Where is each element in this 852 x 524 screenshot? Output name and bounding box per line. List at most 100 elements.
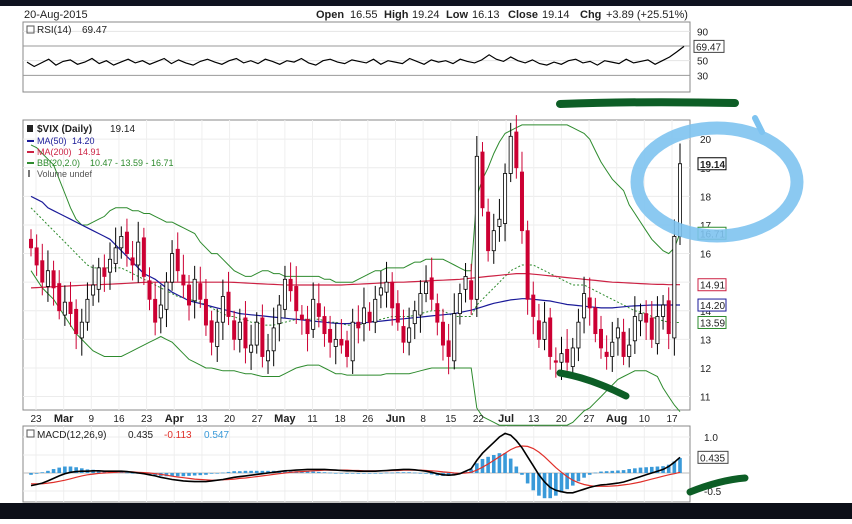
candle-up [96, 267, 101, 290]
candle-down [598, 328, 603, 349]
x-axis-tick-label: 20 [224, 414, 236, 425]
x-axis-tick-label: Jul [498, 413, 514, 425]
candle-up [542, 321, 547, 340]
candle-down [390, 281, 395, 309]
x-axis-tick-label: 8 [420, 414, 426, 425]
candle-down [147, 280, 152, 300]
candle-down [356, 321, 361, 329]
candle-up [463, 276, 468, 290]
candle-up [192, 278, 197, 302]
ma50-legend-label: MA(50) [37, 136, 67, 146]
candle-down [130, 257, 135, 266]
candle-up [661, 304, 666, 317]
candle-up [271, 327, 276, 352]
macd-histogram-bar [46, 470, 50, 473]
macd-histogram-bar [238, 471, 242, 473]
candle-down [666, 300, 671, 335]
header-low-label: Low [446, 9, 468, 21]
x-axis-tick-label: 26 [362, 414, 374, 425]
rsi-tick-label: 30 [697, 71, 709, 82]
candle-down [519, 171, 524, 232]
x-axis-tick-label: 27 [583, 414, 595, 425]
candle-up [170, 253, 175, 283]
x-axis-tick-label: 23 [141, 414, 153, 425]
candle-up [418, 293, 423, 316]
candle-up [373, 298, 378, 323]
macd-histogram-bar [175, 473, 180, 477]
candle-down [531, 294, 536, 317]
macd-histogram-bar [345, 473, 349, 474]
vix-legend-label: $VIX (Daily) [37, 124, 92, 135]
price-tag: 13.59 [700, 318, 725, 329]
candle-down [187, 284, 192, 306]
candle-down [429, 277, 434, 300]
window-top-bar [0, 0, 852, 6]
candle-down [288, 278, 293, 292]
candle-down [514, 131, 519, 169]
macd-hist-value: 0.547 [204, 430, 229, 441]
candle-down [175, 248, 180, 272]
candle-down [644, 313, 649, 323]
macd-histogram-bar [198, 473, 203, 476]
macd-histogram-bar [475, 463, 479, 473]
macd-histogram-bar [587, 473, 592, 475]
macd-histogram-bar [322, 472, 327, 473]
candle-up [220, 296, 225, 323]
ma200-legend-value: 14.91 [78, 147, 101, 157]
macd-histogram-bar [226, 471, 231, 473]
x-axis-tick-label: May [274, 413, 296, 425]
macd-value-tag: 0.435 [700, 453, 725, 464]
candle-down [401, 326, 406, 343]
candle-down [226, 291, 231, 317]
header-chg-value: +3.89 (+25.51%) [606, 9, 688, 21]
candle-up [91, 284, 96, 296]
macd-histogram-bar [542, 473, 547, 499]
macd-histogram-bar [520, 473, 524, 475]
candle-down [28, 238, 33, 249]
header-low-value: 16.13 [472, 9, 500, 21]
macd-histogram-bar [328, 472, 332, 474]
price-tick-label: 13 [700, 335, 712, 346]
window-bottom-bar [0, 503, 852, 519]
macd-histogram-bar [221, 472, 225, 474]
candle-up [249, 344, 254, 353]
macd-histogram-bar [616, 470, 620, 473]
candle-down [299, 314, 304, 320]
candle-up [378, 287, 383, 296]
macd-histogram-bar [243, 470, 248, 473]
macd-signal-value: -0.113 [164, 430, 192, 441]
macd-histogram-bar [187, 473, 191, 476]
macd-histogram-bar [63, 466, 67, 473]
candle-down [587, 297, 592, 309]
candle-down [435, 303, 440, 323]
macd-histogram-bar [40, 472, 45, 473]
macd-histogram-bar [627, 469, 632, 473]
candle-down [141, 237, 146, 277]
header-high-value: 19.24 [412, 9, 440, 21]
green-line-annotation-top [556, 98, 739, 108]
macd-histogram-bar [34, 473, 39, 474]
candle-up [108, 258, 113, 273]
x-axis-tick-label: 17 [666, 414, 678, 425]
macd-histogram-bar [638, 467, 643, 473]
candle-up [452, 313, 457, 362]
candle-up [632, 316, 637, 342]
candle-up [503, 173, 508, 224]
candle-up [266, 350, 271, 362]
x-axis-tick-label: 20 [556, 414, 568, 425]
macd-histogram-bar [503, 453, 507, 473]
candle-up [62, 301, 67, 316]
price-tag: 14.91 [700, 281, 725, 292]
macd-histogram-bar [384, 472, 389, 474]
bb-legend-value: 10.47 - 13.59 - 16.71 [90, 158, 174, 168]
candle-up [85, 298, 90, 323]
x-axis-tick-label: 10 [639, 414, 651, 425]
candle-down [124, 231, 129, 254]
volume-legend-label: Volume undef [37, 169, 93, 179]
candle-up [638, 313, 643, 322]
candle-down [395, 303, 400, 323]
candle-down [536, 320, 541, 340]
rsi-tick-label: 90 [697, 27, 709, 38]
candle-down [604, 351, 609, 357]
macd-histogram-bar [260, 470, 265, 473]
